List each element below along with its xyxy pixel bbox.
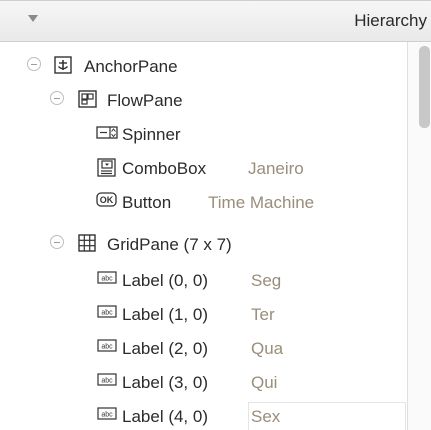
tree-node-value: Janeiro — [248, 159, 304, 178]
collapse-toggle-icon[interactable] — [50, 91, 64, 105]
value-cell-outline — [248, 402, 406, 430]
flow-pane-icon — [78, 90, 97, 108]
tree-node-label[interactable]: abc Label (0, 0) Seg — [0, 264, 407, 298]
collapse-triangle-icon[interactable] — [28, 15, 38, 22]
svg-text:abc: abc — [101, 344, 113, 351]
tree-node-name: ComboBox — [122, 159, 207, 178]
button-ok-icon: OK — [96, 192, 117, 210]
label-icon: abc — [97, 338, 117, 356]
label-icon: abc — [97, 406, 117, 424]
tree-node-value: Qui — [251, 373, 278, 392]
svg-text:abc: abc — [101, 378, 113, 385]
hierarchy-tree[interactable]: AnchorPane FlowPane Spinner ComboBox Jan… — [0, 42, 407, 430]
label-icon: abc — [97, 304, 117, 322]
tree-node-value: Time Machine — [208, 193, 315, 212]
tree-node-name: Label (0, 0) — [122, 271, 208, 290]
panel-title: Hierarchy — [354, 11, 427, 30]
tree-node-name: Label (2, 0) — [122, 339, 208, 358]
tree-node-name: Button — [122, 193, 172, 212]
collapse-toggle-icon[interactable] — [50, 235, 64, 249]
scrollbar-thumb[interactable] — [419, 46, 430, 128]
hierarchy-panel-header[interactable]: Hierarchy — [0, 0, 431, 42]
tree-node-value: Ter — [251, 305, 275, 324]
combobox-icon — [97, 158, 116, 177]
tree-node-name: FlowPane — [107, 91, 183, 110]
label-icon: abc — [97, 270, 117, 288]
svg-text:abc: abc — [101, 276, 113, 283]
tree-node-name: Label (4, 0) — [122, 407, 208, 426]
tree-node-value: Seg — [251, 271, 282, 290]
tree-node-name: GridPane (7 x 7) — [107, 235, 232, 254]
tree-node-label[interactable]: abc Label (2, 0) Qua — [0, 332, 407, 366]
tree-node-flowpane[interactable]: FlowPane — [0, 84, 407, 118]
collapse-toggle-icon[interactable] — [27, 57, 41, 71]
spinner-icon — [96, 124, 118, 142]
tree-node-spinner[interactable]: Spinner — [0, 118, 407, 152]
svg-text:abc: abc — [101, 310, 113, 317]
tree-node-button[interactable]: OK Button Time Machine — [0, 186, 407, 220]
svg-text:OK: OK — [100, 195, 114, 205]
label-icon: abc — [97, 372, 117, 390]
tree-node-value: Qua — [251, 339, 284, 358]
tree-node-anchorpane[interactable]: AnchorPane — [0, 50, 407, 84]
anchor-pane-icon — [54, 56, 72, 74]
tree-node-gridpane[interactable]: GridPane (7 x 7) — [0, 228, 407, 262]
tree-node-combobox[interactable]: ComboBox Janeiro — [0, 152, 407, 186]
tree-node-name: Spinner — [122, 125, 181, 144]
grid-pane-icon — [78, 234, 96, 252]
tree-node-label[interactable]: abc Label (3, 0) Qui — [0, 366, 407, 400]
svg-text:abc: abc — [101, 412, 113, 419]
tree-node-name: Label (1, 0) — [122, 305, 208, 324]
tree-node-name: AnchorPane — [84, 57, 178, 76]
tree-node-label[interactable]: abc Label (1, 0) Ter — [0, 298, 407, 332]
tree-node-name: Label (3, 0) — [122, 373, 208, 392]
